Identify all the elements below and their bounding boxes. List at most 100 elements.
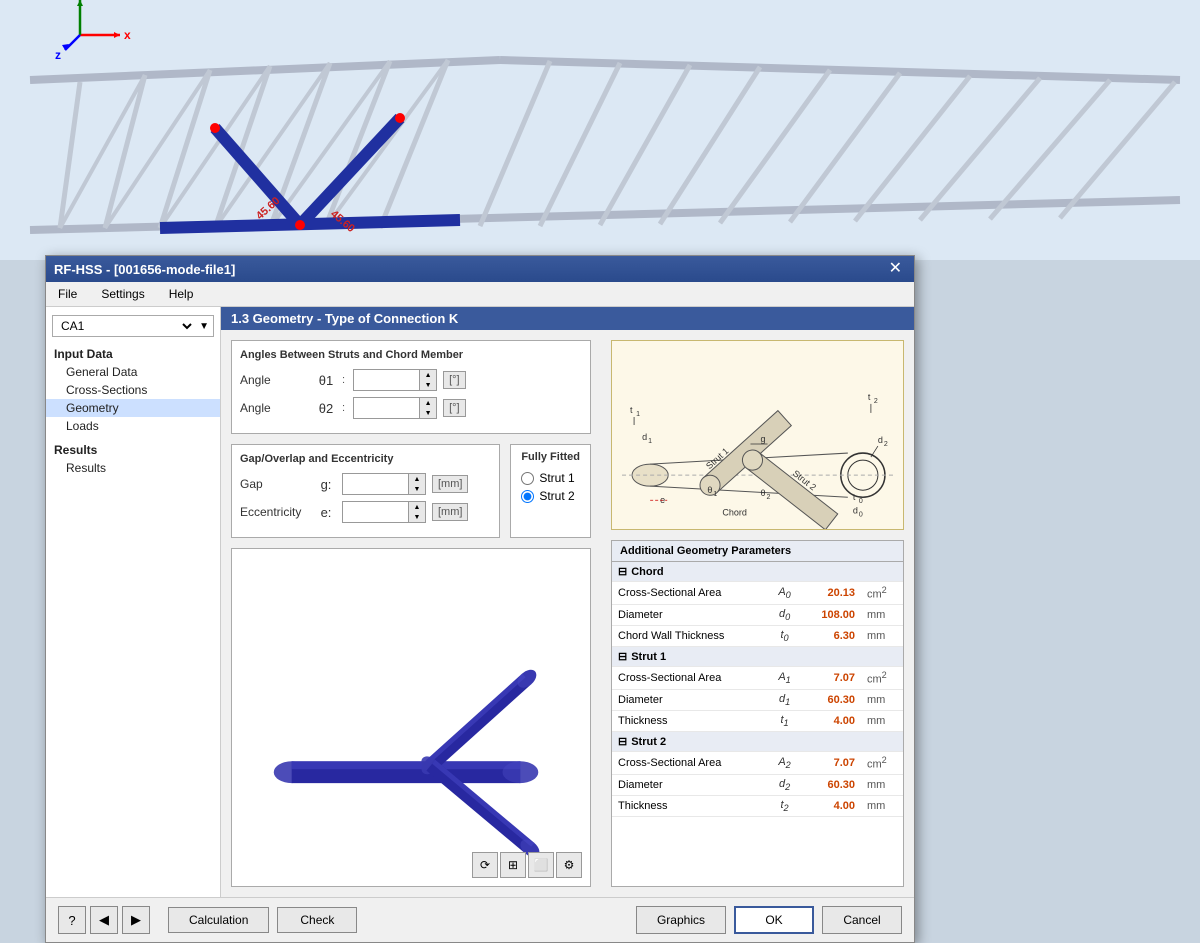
gap-spinbox[interactable]: 22.72 ▲ ▼ — [342, 473, 426, 495]
chord-area-row: Cross-Sectional Area A0 20.13 cm2 — [612, 582, 903, 605]
gap-down[interactable]: ▼ — [409, 484, 425, 494]
section-title: 1.3 Geometry - Type of Connection K — [221, 307, 914, 330]
s1-thick-unit: mm — [861, 710, 903, 731]
angle2-down[interactable]: ▼ — [420, 408, 436, 418]
main-dialog: RF-HSS - [001656-mode-file1] ✕ File Sett… — [45, 255, 915, 943]
s1-diam-row: Diameter d1 60.30 mm — [612, 689, 903, 710]
check-button[interactable]: Check — [277, 907, 357, 933]
chord-diam-label: Diameter — [612, 604, 768, 625]
eccentricity-spin-buttons: ▲ ▼ — [408, 502, 425, 522]
strut1-radio-label[interactable]: Strut 1 — [521, 471, 580, 485]
s2-thick-unit: mm — [861, 795, 903, 816]
gap-unit: [mm] — [432, 475, 468, 493]
sidebar-input-data[interactable]: Input Data — [46, 345, 220, 363]
svg-text:d: d — [878, 435, 883, 445]
gap-input[interactable]: 22.72 — [343, 475, 408, 493]
help-icon-btn[interactable]: ? — [58, 906, 86, 934]
s2-thick-sym: t2 — [768, 795, 800, 816]
footer-icon-buttons: ? ◀ ▶ — [58, 906, 150, 934]
svg-text:θ: θ — [761, 488, 766, 498]
fully-fitted-group: Fully Fitted Strut 1 Strut 2 — [510, 444, 591, 538]
angle2-label: Angle — [240, 401, 310, 415]
ca-select[interactable]: CA1 — [53, 316, 195, 336]
svg-text:1: 1 — [648, 438, 652, 445]
settings-view-btn[interactable]: ⚙ — [556, 852, 582, 878]
reset-view-btn[interactable]: ⟳ — [472, 852, 498, 878]
menu-help[interactable]: Help — [165, 285, 198, 303]
menu-file[interactable]: File — [54, 285, 81, 303]
angle2-symbol: θ2 — [316, 401, 336, 416]
main-content: 1.3 Geometry - Type of Connection K Angl… — [221, 307, 914, 897]
chord-thick-sym: t0 — [768, 625, 800, 646]
s2-diam-value: 60.30 — [801, 774, 861, 795]
menu-bar: File Settings Help — [46, 282, 914, 307]
strut1-radio[interactable] — [521, 472, 534, 485]
angle1-label: Angle — [240, 373, 310, 387]
fully-fitted-title: Fully Fitted — [521, 451, 580, 463]
svg-text:1: 1 — [636, 411, 640, 418]
eccentricity-input[interactable]: 0.00 — [343, 503, 408, 521]
params-box: Additional Geometry Parameters ⊟Chord Cr… — [611, 540, 904, 887]
s2-area-label: Cross-Sectional Area — [612, 752, 768, 775]
strut2-radio-text: Strut 2 — [539, 489, 574, 503]
dialog-footer: ? ◀ ▶ Calculation Check Graphics OK Canc… — [46, 897, 914, 942]
sidebar-geometry[interactable]: Geometry — [46, 399, 220, 417]
angle2-input[interactable]: 45.00 — [354, 399, 419, 417]
svg-text:z: z — [55, 48, 61, 62]
cancel-button[interactable]: Cancel — [822, 906, 902, 934]
ok-button[interactable]: OK — [734, 906, 814, 934]
params-table: ⊟Chord Cross-Sectional Area A0 20.13 cm2… — [612, 562, 903, 817]
zoom-fit-btn[interactable]: ⊞ — [500, 852, 526, 878]
sidebar-general-data[interactable]: General Data — [46, 363, 220, 381]
angle2-spin-buttons: ▲ ▼ — [419, 398, 436, 418]
s1-diam-unit: mm — [861, 689, 903, 710]
calculation-button[interactable]: Calculation — [168, 907, 269, 933]
s2-diam-sym: d2 — [768, 774, 800, 795]
s2-thick-label: Thickness — [612, 795, 768, 816]
ca-dropdown-container[interactable]: CA1 ▼ — [52, 315, 214, 337]
angle1-up[interactable]: ▲ — [420, 370, 436, 380]
diagram-svg: t 2 d 2 — [612, 341, 903, 529]
chord-thick-label: Chord Wall Thickness — [612, 625, 768, 646]
gap-up[interactable]: ▲ — [409, 474, 425, 484]
s2-area-row: Cross-Sectional Area A2 7.07 cm2 — [612, 752, 903, 775]
angle2-spinbox[interactable]: 45.00 ▲ ▼ — [353, 397, 437, 419]
s1-thick-value: 4.00 — [801, 710, 861, 731]
s1-thick-label: Thickness — [612, 710, 768, 731]
sidebar-cross-sections[interactable]: Cross-Sections — [46, 381, 220, 399]
gap-symbol: g: — [316, 477, 336, 492]
wireframe-btn[interactable]: ⬜ — [528, 852, 554, 878]
svg-text:0: 0 — [859, 511, 863, 518]
chord-thick-unit: mm — [861, 625, 903, 646]
strut2-radio-label[interactable]: Strut 2 — [521, 489, 580, 503]
menu-settings[interactable]: Settings — [97, 285, 148, 303]
params-title: Additional Geometry Parameters — [612, 541, 903, 562]
eccentricity-up[interactable]: ▲ — [409, 502, 425, 512]
s2-thick-row: Thickness t2 4.00 mm — [612, 795, 903, 816]
strut2-radio[interactable] — [521, 490, 534, 503]
sidebar-results[interactable]: Results — [46, 441, 220, 459]
eccentricity-spinbox[interactable]: 0.00 ▲ ▼ — [342, 501, 426, 523]
close-button[interactable]: ✕ — [885, 261, 906, 277]
s1-area-sym: A1 — [768, 667, 800, 690]
angle1-input[interactable]: 45.00 — [354, 371, 419, 389]
chord-area-unit: cm2 — [861, 582, 903, 605]
dialog-titlebar: RF-HSS - [001656-mode-file1] ✕ — [46, 256, 914, 282]
input-panel: Angles Between Struts and Chord Member A… — [221, 330, 601, 897]
sidebar-loads[interactable]: Loads — [46, 417, 220, 435]
strut1-radio-text: Strut 1 — [539, 471, 574, 485]
prev-btn[interactable]: ◀ — [90, 906, 118, 934]
gap-inputs-group: Gap/Overlap and Eccentricity Gap g: 22.7… — [231, 444, 500, 538]
gap-spin-buttons: ▲ ▼ — [408, 474, 425, 494]
sidebar-results-sub[interactable]: Results — [46, 459, 220, 477]
s1-diam-value: 60.30 — [801, 689, 861, 710]
next-btn[interactable]: ▶ — [122, 906, 150, 934]
angle1-row: Angle θ1 : 45.00 ▲ ▼ [°] — [240, 369, 582, 391]
angle1-down[interactable]: ▼ — [420, 380, 436, 390]
eccentricity-down[interactable]: ▼ — [409, 512, 425, 522]
angle1-spinbox[interactable]: 45.00 ▲ ▼ — [353, 369, 437, 391]
s1-diam-sym: d1 — [768, 689, 800, 710]
content-area: Angles Between Struts and Chord Member A… — [221, 330, 914, 897]
angle2-up[interactable]: ▲ — [420, 398, 436, 408]
graphics-button[interactable]: Graphics — [636, 906, 726, 934]
